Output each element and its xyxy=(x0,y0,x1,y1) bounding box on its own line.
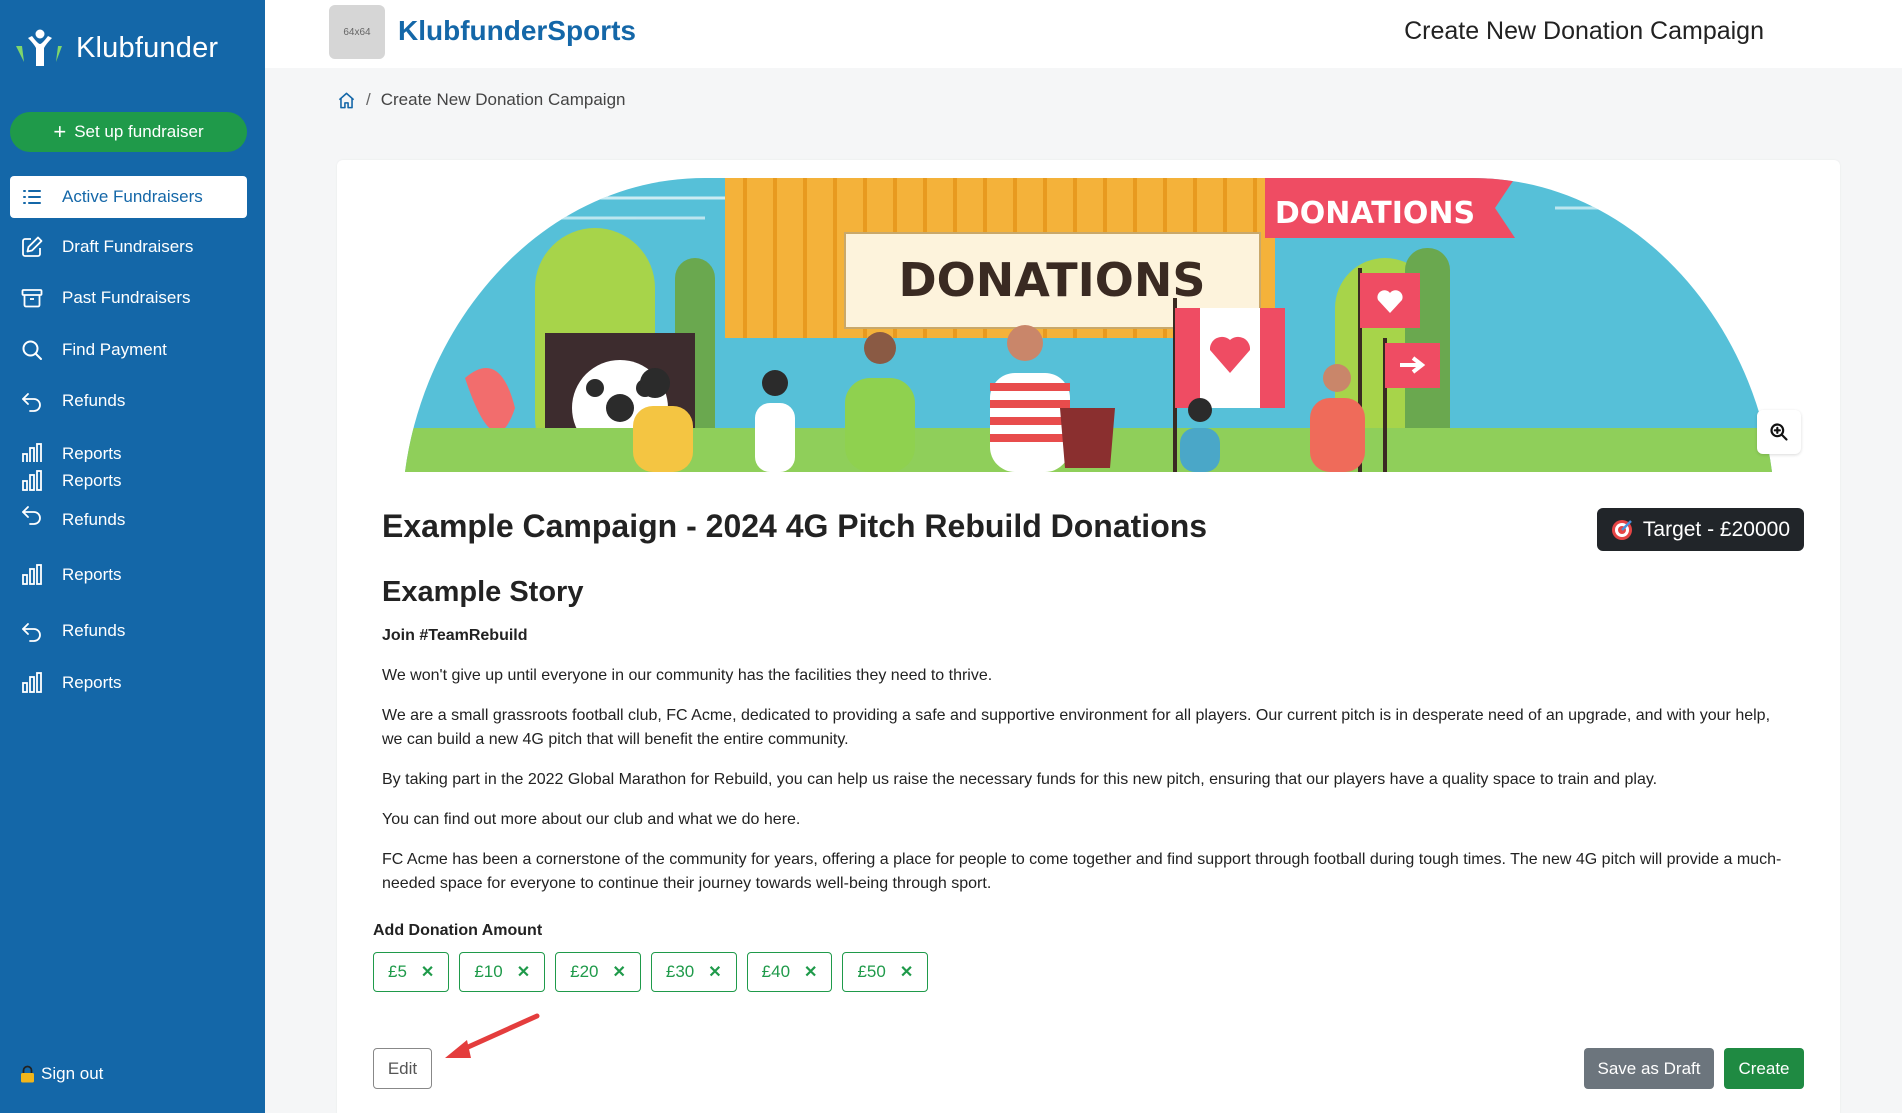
donation-chip-amount: £20 xyxy=(570,962,599,981)
remove-icon[interactable]: ✕ xyxy=(421,962,434,982)
story-title: Example Story xyxy=(382,576,584,608)
undo-icon xyxy=(22,623,41,642)
sidebar-item-refunds-clipped[interactable]: Refunds xyxy=(10,506,247,526)
top-header: 64x64 KlubfunderSports Create New Donati… xyxy=(265,0,1902,68)
donation-chip[interactable]: £5 ✕ xyxy=(373,952,450,992)
remove-icon[interactable]: ✕ xyxy=(612,962,625,982)
brand[interactable]: Klubfunder xyxy=(12,28,218,68)
donation-chip-amount: £5 xyxy=(388,962,407,981)
sidebar-item-reports-3[interactable]: Reports xyxy=(10,662,247,704)
banner-illustration: DONATIONS DONATIONS xyxy=(405,178,1772,472)
sidebar-item-label: Reports xyxy=(62,471,122,490)
sidebar-item-label: Refunds xyxy=(62,391,126,410)
story-paragraph: FC Acme has been a cornerstone of the co… xyxy=(382,851,1782,892)
story-paragraph: We won't give up until everyone in our c… xyxy=(382,667,993,684)
donation-chip-amount: £50 xyxy=(857,962,886,981)
donation-chip-amount: £40 xyxy=(761,962,791,981)
brand-name: Klubfunder xyxy=(76,31,219,64)
sidebar-item-label: Find Payment xyxy=(62,340,167,359)
campaign-title: Example Campaign - 2024 4G Pitch Rebuild… xyxy=(382,508,1208,544)
club-name[interactable]: KlubfunderSports xyxy=(398,15,636,47)
sidebar-item-refunds-2[interactable]: Refunds xyxy=(10,610,247,652)
save-as-draft-button[interactable]: Save as Draft xyxy=(1584,1048,1714,1089)
sidebar-item-reports-clipped[interactable]: Reports xyxy=(10,442,247,462)
sidebar: Klubfunder + Set up fundraiser Active Fu… xyxy=(0,0,265,1113)
sidebar-item-reports-2[interactable]: Reports xyxy=(10,554,247,596)
sidebar-item-label: Draft Fundraisers xyxy=(62,237,194,256)
zoom-in-icon xyxy=(1770,423,1788,441)
donation-chip[interactable]: £30 ✕ xyxy=(650,952,737,992)
breadcrumb-current: Create New Donation Campaign xyxy=(380,90,626,109)
club-logo-placeholder: 64x64 xyxy=(329,5,385,59)
donation-chip[interactable]: £40 ✕ xyxy=(746,952,833,992)
list-icon xyxy=(23,190,41,204)
breadcrumb: / Create New Donation Campaign xyxy=(337,90,625,110)
bar-chart-icon xyxy=(22,564,42,585)
donation-amount-label: Add Donation Amount xyxy=(373,922,543,939)
story-paragraph: We are a small grassroots football club,… xyxy=(382,707,1771,748)
remove-icon[interactable]: ✕ xyxy=(517,962,530,982)
story-paragraph: You can find out more about our club and… xyxy=(382,811,801,828)
annotation-arrow-icon xyxy=(445,1013,540,1058)
sidebar-item-refunds[interactable]: Refunds xyxy=(10,380,247,422)
sign-out-link[interactable]: Sign out xyxy=(20,1064,103,1084)
remove-icon[interactable]: ✕ xyxy=(804,962,817,982)
setup-fundraiser-button[interactable]: + Set up fundraiser xyxy=(10,112,247,152)
bar-chart-icon xyxy=(22,443,42,462)
lock-icon xyxy=(21,1065,34,1083)
create-button[interactable]: Create xyxy=(1724,1048,1804,1089)
undo-icon xyxy=(22,393,41,412)
sidebar-item-find-payment[interactable]: Find Payment xyxy=(10,329,247,371)
story-tagline: Join #TeamRebuild xyxy=(382,627,528,644)
sidebar-item-label: Reports xyxy=(62,673,122,692)
sidebar-item-label: Reports xyxy=(62,565,122,584)
sidebar-item-active-fundraisers[interactable]: Active Fundraisers xyxy=(10,176,247,218)
breadcrumb-separator: / xyxy=(366,90,371,109)
donation-chip[interactable]: £10 ✕ xyxy=(459,952,546,992)
bar-chart-icon xyxy=(22,470,42,491)
sidebar-item-label: Refunds xyxy=(62,621,126,640)
story-paragraph: By taking part in the 2022 Global Marath… xyxy=(382,771,1658,788)
donation-chip[interactable]: £50 ✕ xyxy=(842,952,929,992)
sidebar-item-reports[interactable]: Reports xyxy=(10,460,247,502)
remove-icon[interactable]: ✕ xyxy=(708,962,721,982)
edit-button[interactable]: Edit xyxy=(373,1048,432,1089)
klubfunder-logo-icon xyxy=(16,29,62,66)
sidebar-item-label: Refunds xyxy=(62,510,126,526)
sidebar-item-label: Active Fundraisers xyxy=(62,187,203,206)
sidebar-item-label: Past Fundraisers xyxy=(62,288,191,307)
banner-sign-text: DONATIONS xyxy=(898,253,1205,307)
remove-icon[interactable]: ✕ xyxy=(900,962,913,982)
archive-icon xyxy=(21,289,43,308)
search-icon xyxy=(22,340,42,360)
sign-out-label: Sign out xyxy=(41,1064,104,1083)
edit-icon xyxy=(22,236,43,257)
setup-fundraiser-label: Set up fundraiser xyxy=(74,122,204,141)
sidebar-item-past-fundraisers[interactable]: Past Fundraisers xyxy=(10,277,247,319)
donation-amount-chips: £5 ✕ £10 ✕ £20 ✕ £30 ✕ £40 ✕ £50 ✕ xyxy=(373,952,938,992)
donation-chip-amount: £30 xyxy=(665,962,695,981)
target-amount: Target - £20000 xyxy=(1642,517,1790,541)
story-body: Join #TeamRebuild We won't give up until… xyxy=(382,624,1792,912)
zoom-image-button[interactable] xyxy=(1757,410,1801,454)
donation-chip[interactable]: £20 ✕ xyxy=(555,952,641,992)
target-icon xyxy=(1611,519,1632,540)
campaign-banner-image: DONATIONS DONATIONS xyxy=(405,178,1772,472)
undo-icon xyxy=(22,506,41,525)
banner-flag-text: DONATIONS xyxy=(1275,196,1475,231)
page-header-title: Create New Donation Campaign xyxy=(1404,17,1764,45)
bar-chart-icon xyxy=(22,672,42,693)
home-icon[interactable] xyxy=(337,91,356,110)
target-badge: Target - £20000 xyxy=(1596,508,1804,551)
campaign-preview-card: DONATIONS DONATIONS Example Campaign - 2… xyxy=(337,160,1840,1113)
sidebar-item-draft-fundraisers[interactable]: Draft Fundraisers xyxy=(10,226,247,268)
plus-icon: + xyxy=(53,119,67,144)
donation-chip-amount: £10 xyxy=(474,962,503,981)
